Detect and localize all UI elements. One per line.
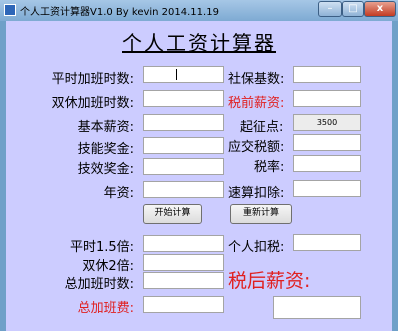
app-icon xyxy=(4,4,16,16)
personal-tax-label: 个人扣税: xyxy=(228,240,285,255)
maximize-button[interactable]: □ xyxy=(342,1,364,17)
base-salary-label: 基本薪资: xyxy=(77,120,134,135)
social-security-base-label: 社保基数: xyxy=(228,72,285,87)
text-caret xyxy=(176,69,177,80)
pretax-salary-output[interactable] xyxy=(293,90,361,107)
tax-rate-output[interactable] xyxy=(293,155,361,172)
overtime-weekend-input[interactable] xyxy=(143,90,224,107)
weekday-overtime-pay-label: 平时1.5倍: xyxy=(69,240,134,255)
weekday-overtime-pay-output[interactable] xyxy=(143,235,224,252)
minimize-button[interactable]: – xyxy=(318,1,342,17)
personal-tax-output[interactable] xyxy=(293,234,361,251)
tax-rate-label: 税率: xyxy=(254,160,285,175)
pretax-salary-label: 税前薪资: xyxy=(228,96,285,111)
after-tax-salary-label: 税后薪资: xyxy=(228,270,311,292)
overtime-weekday-input[interactable] xyxy=(143,66,224,83)
quick-deduction-label: 速算扣除: xyxy=(228,186,285,201)
window-titlebar[interactable]: 个人工资计算器V1.0 By kevin 2014.11.19 – □ x xyxy=(0,0,398,21)
weekend-overtime-pay-output[interactable] xyxy=(143,254,224,271)
weekend-overtime-pay-label: 双休2倍: xyxy=(82,259,134,274)
performance-bonus-label: 技效奖金: xyxy=(77,162,134,177)
after-tax-salary-output[interactable] xyxy=(273,296,361,319)
social-security-base-input[interactable] xyxy=(293,66,361,83)
page-title: 个人工资计算器 xyxy=(122,31,276,55)
seniority-input[interactable] xyxy=(143,181,224,198)
threshold-label: 起征点: xyxy=(240,120,284,135)
calculate-button[interactable]: 开始计算 xyxy=(143,204,202,224)
total-overtime-pay-output[interactable] xyxy=(143,296,224,313)
skill-bonus-label: 技能奖金: xyxy=(77,142,134,157)
quick-deduction-output[interactable] xyxy=(293,180,361,197)
total-overtime-hours-output[interactable] xyxy=(143,272,224,289)
performance-bonus-input[interactable] xyxy=(143,158,224,175)
tax-payable-output[interactable] xyxy=(293,134,361,151)
window-title: 个人工资计算器V1.0 By kevin 2014.11.19 xyxy=(20,7,219,18)
overtime-weekday-label: 平时加班时数: xyxy=(51,72,134,87)
threshold-input[interactable] xyxy=(293,114,361,131)
close-button[interactable]: x xyxy=(364,1,396,17)
base-salary-input[interactable] xyxy=(143,114,224,131)
reset-button[interactable]: 重新计算 xyxy=(230,204,292,224)
calculator-panel: 个人工资计算器 平时加班时数: 双休加班时数: 基本薪资: 技能奖金: 技效奖金… xyxy=(6,21,392,331)
total-overtime-pay-label: 总加班费: xyxy=(77,301,134,316)
overtime-weekend-label: 双休加班时数: xyxy=(51,96,134,111)
tax-payable-label: 应交税额: xyxy=(228,140,285,155)
skill-bonus-input[interactable] xyxy=(143,137,224,154)
total-overtime-hours-label: 总加班时数: xyxy=(64,277,134,292)
seniority-label: 年资: xyxy=(103,186,134,201)
